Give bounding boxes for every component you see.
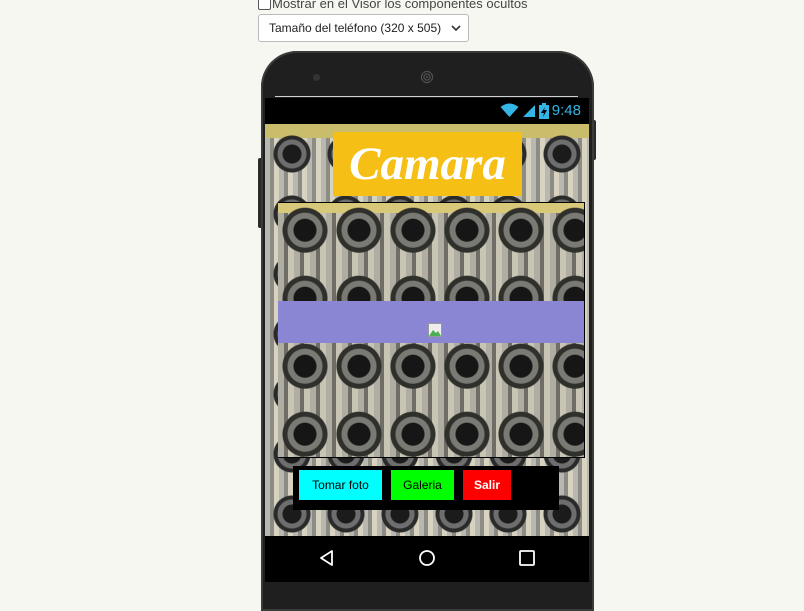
button-arrangement: Tomar foto Galeria Salir xyxy=(293,466,559,510)
status-time: 9:48 xyxy=(551,102,581,119)
wifi-icon xyxy=(500,103,519,117)
phone-screen: 9:48 Camara Tomar foto Galeria Salir xyxy=(265,98,589,582)
image-placeholder-icon xyxy=(428,323,442,337)
status-icons: 9:48 xyxy=(500,102,581,119)
home-icon[interactable] xyxy=(418,549,436,567)
battery-charging-icon xyxy=(538,102,549,119)
show-hidden-row[interactable]: Mostrar en el Visor los componentes ocul… xyxy=(258,0,528,11)
phone-size-value: Tamaño del teléfono (320 x 505) xyxy=(269,21,442,35)
show-hidden-checkbox[interactable] xyxy=(258,0,271,10)
exit-button[interactable]: Salir xyxy=(463,470,511,500)
recents-icon[interactable] xyxy=(518,549,536,567)
gallery-button[interactable]: Galeria xyxy=(391,470,454,500)
phone-size-select[interactable]: Tamaño del teléfono (320 x 505) xyxy=(258,14,469,42)
app-title: Camara xyxy=(349,137,506,190)
back-icon[interactable] xyxy=(318,549,336,567)
title-label-box: Camara xyxy=(333,132,522,196)
status-bar: 9:48 xyxy=(265,98,589,124)
android-nav-bar xyxy=(265,536,589,582)
take-photo-button[interactable]: Tomar foto xyxy=(299,470,382,500)
phone-top-divider xyxy=(275,96,578,97)
earpiece-speaker xyxy=(420,70,434,84)
photo-image xyxy=(278,202,585,458)
show-hidden-label[interactable]: Mostrar en el Visor los componentes ocul… xyxy=(272,0,528,11)
app-background: Camara Tomar foto Galeria Salir xyxy=(265,124,589,536)
signal-icon xyxy=(522,105,535,117)
front-camera xyxy=(313,74,320,81)
chevron-down-icon xyxy=(451,25,461,32)
